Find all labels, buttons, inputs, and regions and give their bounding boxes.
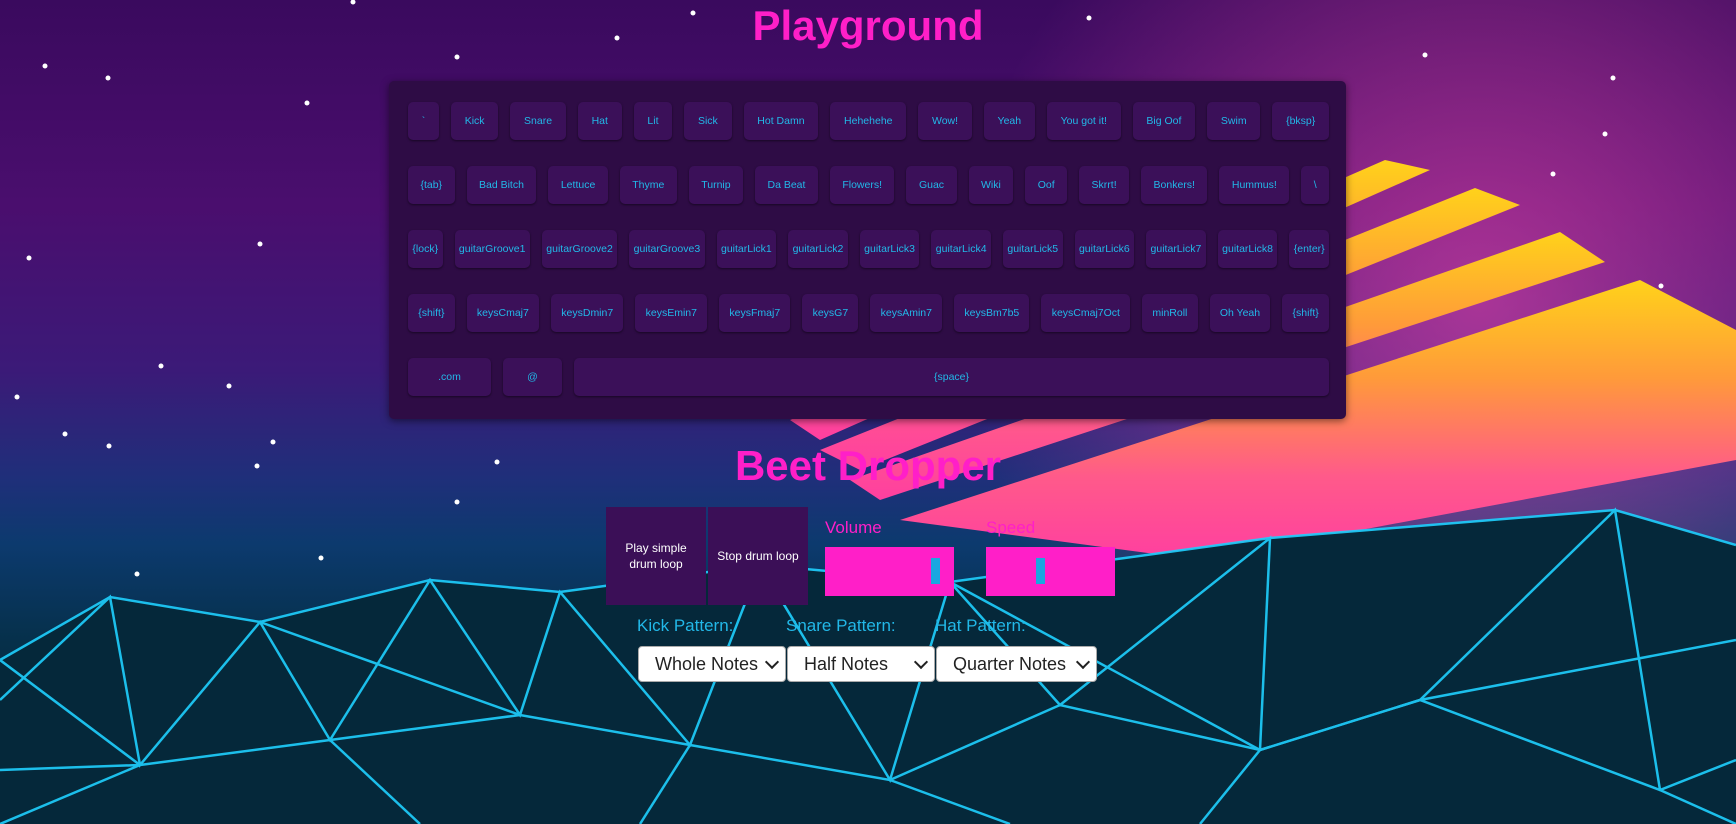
key-bad-bitch[interactable]: Bad Bitch xyxy=(466,166,537,204)
key-turnip[interactable]: Turnip xyxy=(688,166,744,204)
key-wow[interactable]: Wow! xyxy=(918,102,972,140)
key-tab[interactable]: {tab} xyxy=(408,166,455,204)
beet-dropper-title: Beet Dropper xyxy=(734,442,1002,489)
key-guitar-lick-8[interactable]: guitarLick8 xyxy=(1217,230,1278,268)
key-keys-amin7[interactable]: keysAmin7 xyxy=(870,294,943,332)
key-at[interactable]: @ xyxy=(503,358,562,396)
key-yeah[interactable]: Yeah xyxy=(983,102,1035,140)
kick-pattern-select[interactable]: Whole Notes xyxy=(638,646,786,682)
key-bonkers[interactable]: Bonkers! xyxy=(1141,166,1208,204)
speed-label: Speed xyxy=(986,518,1036,537)
key-hehehehe[interactable]: Hehehehe xyxy=(830,102,907,140)
keyboard-row-5: .com @ {space} xyxy=(408,358,1329,396)
key-backtick[interactable]: ` xyxy=(408,102,439,140)
speed-slider-thumb[interactable] xyxy=(1036,558,1045,584)
key-keys-emin7[interactable]: keysEmin7 xyxy=(635,294,708,332)
key-lettuce[interactable]: Lettuce xyxy=(548,166,608,204)
key-flowers[interactable]: Flowers! xyxy=(829,166,895,204)
key-thyme[interactable]: Thyme xyxy=(619,166,677,204)
key-you-got-it[interactable]: You got it! xyxy=(1046,102,1121,140)
key-guitar-lick-5[interactable]: guitarLick5 xyxy=(1002,230,1063,268)
key-keys-cmaj7[interactable]: keysCmaj7 xyxy=(466,294,540,332)
key-keys-dmin7[interactable]: keysDmin7 xyxy=(551,294,624,332)
key-sick[interactable]: Sick xyxy=(684,102,732,140)
chevron-down-icon xyxy=(764,654,780,670)
speed-slider[interactable] xyxy=(986,547,1115,596)
key-wiki[interactable]: Wiki xyxy=(968,166,1014,204)
key-guitar-groove-2[interactable]: guitarGroove2 xyxy=(541,230,618,268)
key-skrrt[interactable]: Skrrt! xyxy=(1079,166,1130,204)
key-guitar-lick-6[interactable]: guitarLick6 xyxy=(1074,230,1135,268)
key-hot-damn[interactable]: Hot Damn xyxy=(743,102,819,140)
key-dotcom[interactable]: .com xyxy=(408,358,491,396)
key-kick[interactable]: Kick xyxy=(450,102,499,140)
keyboard-row-4: {shift} keysCmaj7 keysDmin7 keysEmin7 ke… xyxy=(408,294,1330,332)
volume-label: Volume xyxy=(825,518,882,537)
key-da-beat[interactable]: Da Beat xyxy=(755,166,818,204)
volume-slider-thumb[interactable] xyxy=(931,558,940,584)
key-swim[interactable]: Swim xyxy=(1207,102,1261,140)
hat-pattern-value: Quarter Notes xyxy=(953,653,1067,674)
key-oof[interactable]: Oof xyxy=(1025,166,1068,204)
key-keys-fmaj7[interactable]: keysFmaj7 xyxy=(719,294,791,332)
key-shift-right[interactable]: {shift} xyxy=(1282,294,1330,332)
key-guitar-lick-4[interactable]: guitarLick4 xyxy=(931,230,991,268)
key-min-roll[interactable]: minRoll xyxy=(1142,294,1198,332)
key-guitar-groove-3[interactable]: guitarGroove3 xyxy=(629,230,705,268)
key-guitar-lick-7[interactable]: guitarLick7 xyxy=(1146,230,1206,268)
key-keys-cmaj7oct[interactable]: keysCmaj7Oct xyxy=(1041,294,1131,332)
key-guitar-groove-1[interactable]: guitarGroove1 xyxy=(454,230,530,268)
snare-pattern-value: Half Notes xyxy=(804,653,889,674)
chevron-down-icon xyxy=(913,654,929,670)
snare-pattern-select[interactable]: Half Notes xyxy=(787,646,935,682)
kick-pattern-value: Whole Notes xyxy=(655,653,759,674)
key-guitar-lick-1[interactable]: guitarLick1 xyxy=(716,230,777,268)
key-big-oof[interactable]: Big Oof xyxy=(1132,102,1196,140)
keyboard-row-2: {tab} Bad Bitch Lettuce Thyme Turnip Da … xyxy=(408,166,1330,204)
key-lock[interactable]: {lock} xyxy=(408,230,443,268)
hat-pattern-select[interactable]: Quarter Notes xyxy=(936,646,1097,682)
volume-slider[interactable] xyxy=(825,547,954,596)
snare-pattern-label: Snare Pattern: xyxy=(786,616,896,635)
key-oh-yeah[interactable]: Oh Yeah xyxy=(1209,294,1271,332)
key-guac[interactable]: Guac xyxy=(906,166,957,204)
key-hat[interactable]: Hat xyxy=(577,102,622,140)
key-snare[interactable]: Snare xyxy=(510,102,566,140)
key-backspace[interactable]: {bksp} xyxy=(1272,102,1330,140)
stop-drum-loop-button[interactable]: Stop drum loop xyxy=(708,507,808,605)
key-backslash[interactable]: \ xyxy=(1301,166,1330,204)
key-hummus[interactable]: Hummus! xyxy=(1219,166,1290,204)
play-drum-loop-button[interactable]: Play simple drum loop xyxy=(606,507,706,605)
key-guitar-lick-3[interactable]: guitarLick3 xyxy=(859,230,920,268)
virtual-keyboard: ` Kick Snare Hat Lit Sick Hot Damn Heheh… xyxy=(389,81,1346,419)
key-guitar-lick-2[interactable]: guitarLick2 xyxy=(788,230,848,268)
key-keys-g7[interactable]: keysG7 xyxy=(802,294,859,332)
key-shift-left[interactable]: {shift} xyxy=(408,294,455,332)
hat-pattern-label: Hat Pattern: xyxy=(935,616,1026,635)
kick-pattern-label: Kick Pattern: xyxy=(637,616,734,635)
key-keys-bm7b5[interactable]: keysBm7b5 xyxy=(954,294,1030,332)
keyboard-row-1: ` Kick Snare Hat Lit Sick Hot Damn Heheh… xyxy=(408,102,1330,140)
chevron-down-icon xyxy=(1075,654,1091,670)
key-enter[interactable]: {enter} xyxy=(1289,230,1330,268)
playground-title: Playground xyxy=(752,2,984,49)
key-space[interactable]: {space} xyxy=(574,358,1329,396)
key-lit[interactable]: Lit xyxy=(633,102,673,140)
keyboard-row-3: {lock} guitarGroove1 guitarGroove2 guita… xyxy=(408,230,1330,268)
